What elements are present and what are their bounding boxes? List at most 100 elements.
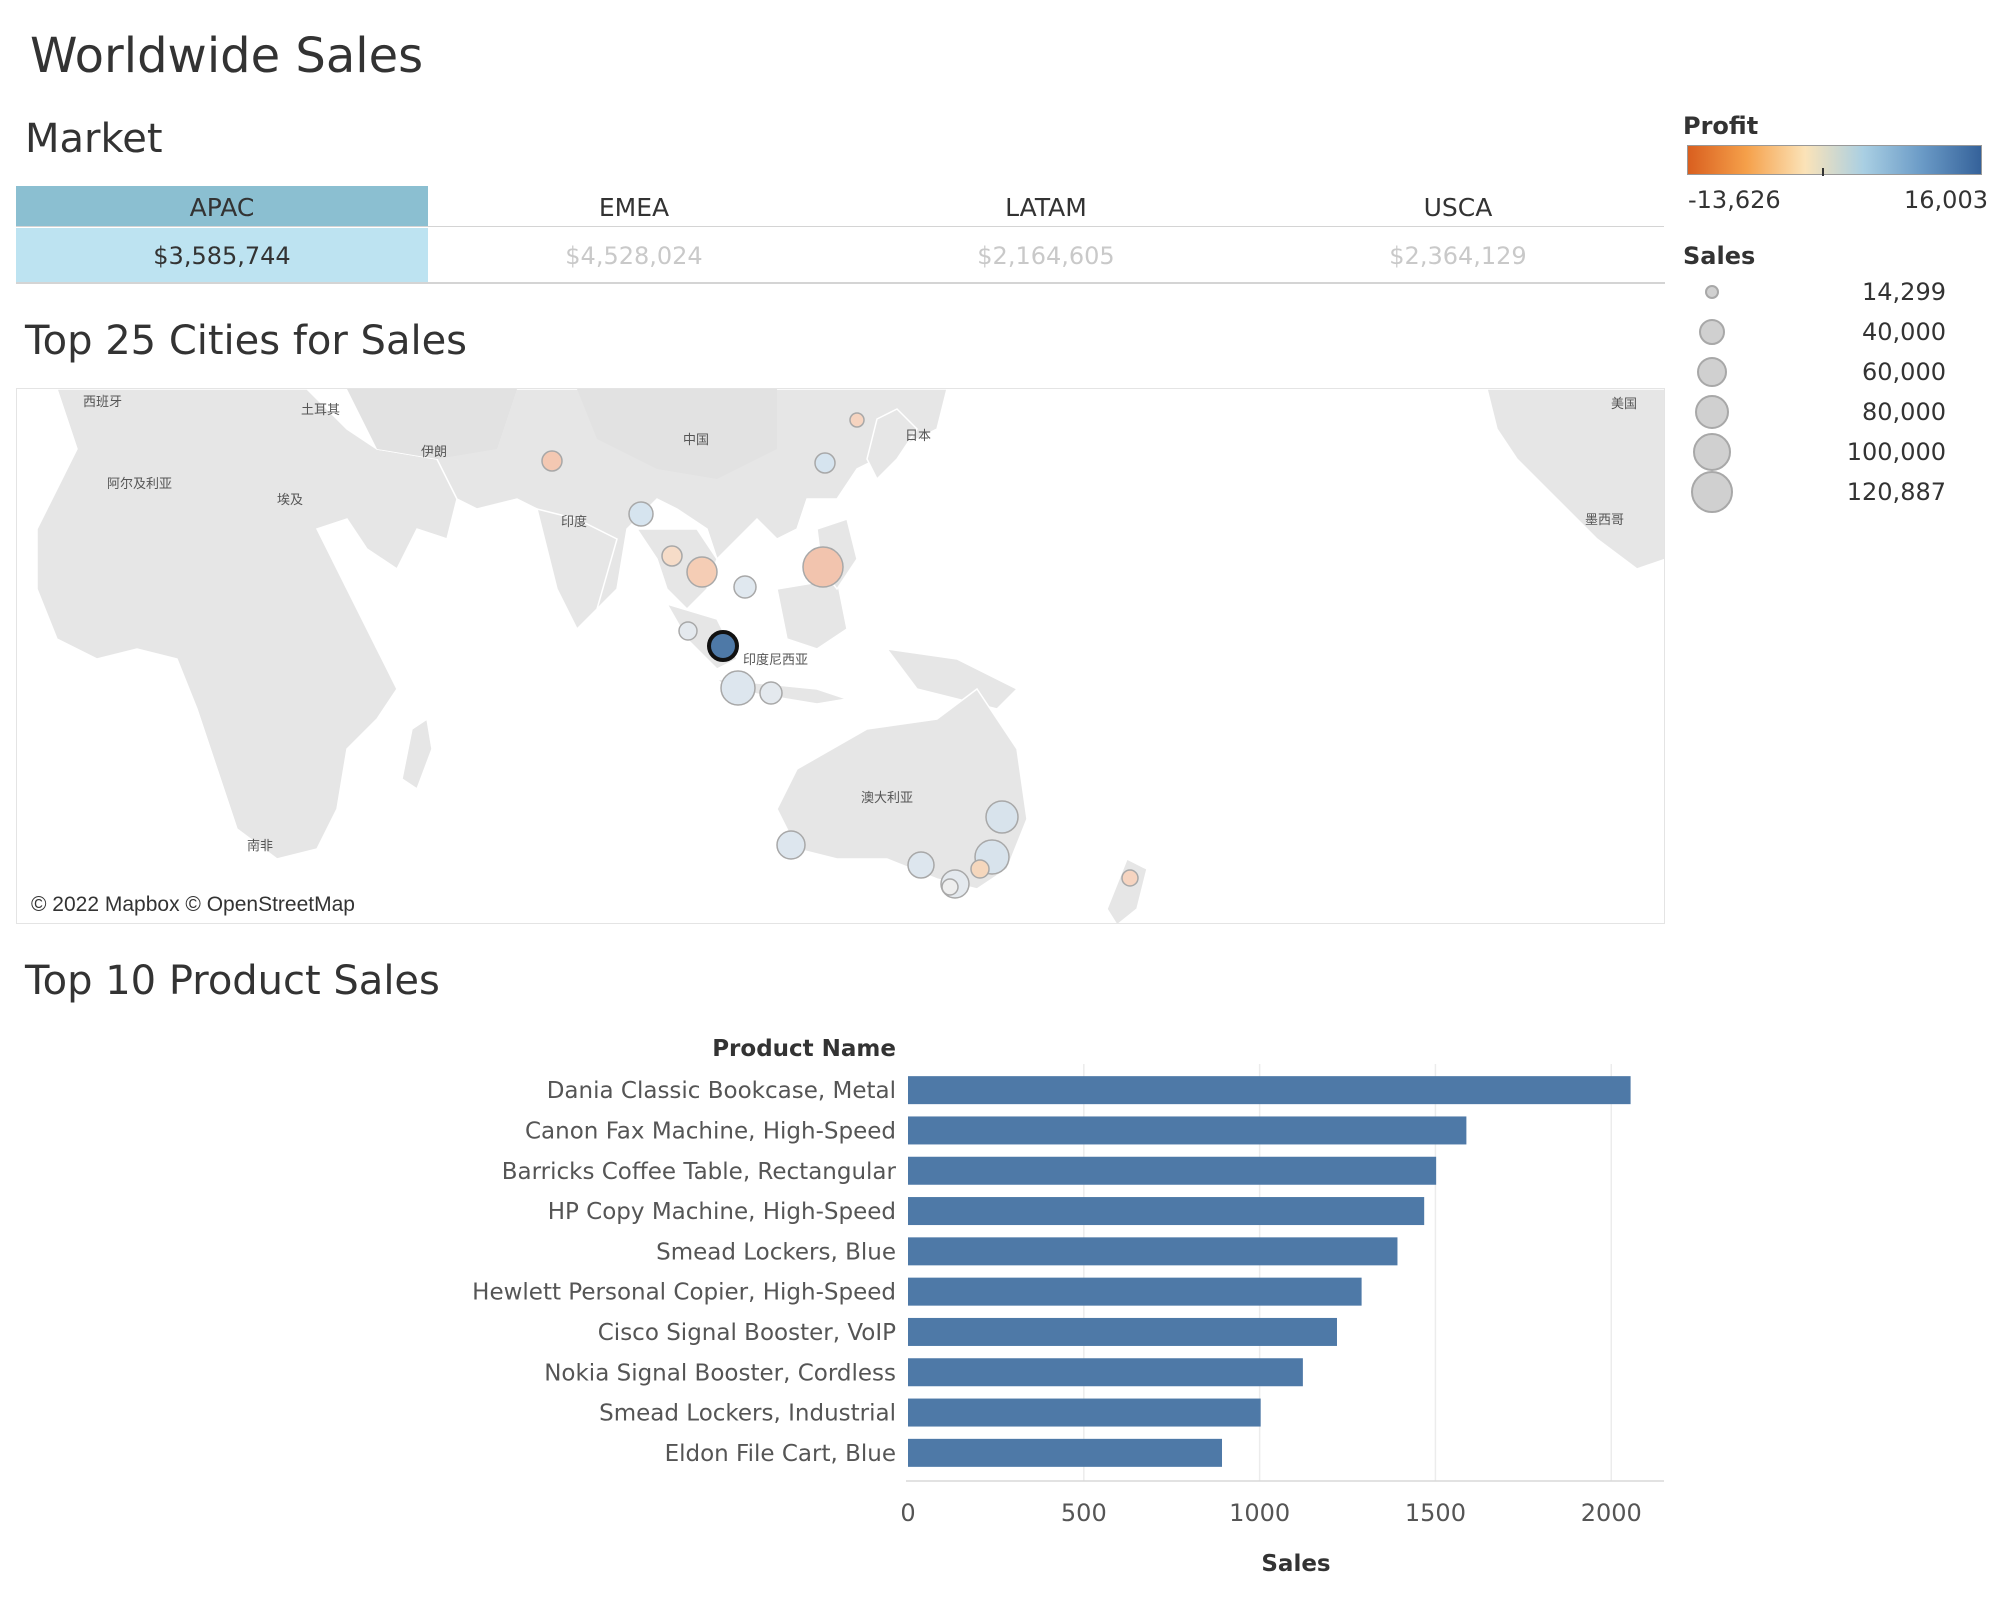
- city-bubble: [941, 878, 959, 896]
- category-label: Hewlett Personal Copier, High-Speed: [472, 1280, 896, 1306]
- size-circle-icon: [1697, 357, 1727, 387]
- x-tick-label: 2000: [1581, 1499, 1642, 1527]
- city-bubble: [849, 412, 865, 428]
- category-label: Nokia Signal Booster, Cordless: [544, 1360, 896, 1386]
- category-label: Eldon File Cart, Blue: [665, 1441, 896, 1467]
- city-bubble: [720, 670, 756, 706]
- category-label: HP Copy Machine, High-Speed: [548, 1199, 896, 1225]
- map-label-egypt: 埃及: [277, 493, 304, 508]
- category-label: Smead Lockers, Blue: [656, 1239, 896, 1265]
- page-title: Worldwide Sales: [30, 28, 424, 84]
- market-cell-emea[interactable]: EMEA $4,528,024: [428, 186, 840, 284]
- sales-legend-item[interactable]: 40,000: [1686, 314, 1976, 350]
- city-sales-map[interactable]: 西班牙 土耳其 伊朗 中国 日本 美国 阿尔及利亚 埃及 印度 墨西哥 印度尼西…: [16, 388, 1665, 924]
- bar[interactable]: [908, 1317, 1337, 1346]
- sales-legend-item[interactable]: 60,000: [1686, 354, 1976, 390]
- size-circle-icon: [1705, 285, 1719, 299]
- sales-legend-item[interactable]: 120,887: [1686, 471, 1976, 513]
- city-bubble: [733, 575, 757, 599]
- profit-zero-tick: [1822, 168, 1824, 176]
- x-tick-label: 500: [1061, 1499, 1107, 1527]
- market-value-usca[interactable]: $2,364,129: [1252, 228, 1664, 282]
- market-value-emea[interactable]: $4,528,024: [428, 228, 840, 282]
- map-attribution[interactable]: © 2022 Mapbox © OpenStreetMap: [27, 891, 359, 919]
- size-circle-icon: [1695, 395, 1729, 429]
- profit-color-ramp: [1687, 145, 1982, 176]
- sales-legend-title: Sales: [1683, 242, 1756, 270]
- city-bubble: [1121, 869, 1139, 887]
- city-bubble: [759, 681, 783, 705]
- map-label-india: 印度: [561, 515, 588, 530]
- sales-legend-value: 120,887: [1846, 478, 1946, 506]
- selected-city-bubble: [707, 630, 739, 662]
- market-header-usca[interactable]: USCA: [1252, 186, 1664, 227]
- city-bubble: [541, 450, 563, 472]
- city-bubble: [985, 800, 1019, 834]
- map-label-china: 中国: [683, 433, 710, 448]
- map-label-mexico: 墨西哥: [1585, 513, 1625, 528]
- bar[interactable]: [908, 1438, 1223, 1467]
- market-cell-latam[interactable]: LATAM $2,164,605: [840, 186, 1252, 284]
- map-label-spain: 西班牙: [83, 395, 123, 410]
- sales-legend-item[interactable]: 80,000: [1686, 394, 1976, 430]
- map-label-japan: 日本: [905, 429, 932, 444]
- city-bubble: [678, 621, 698, 641]
- bar[interactable]: [908, 1277, 1362, 1306]
- market-header-latam[interactable]: LATAM: [840, 186, 1252, 227]
- sales-legend-item[interactable]: 14,299: [1686, 274, 1976, 310]
- market-cell-usca[interactable]: USCA $2,364,129: [1252, 186, 1664, 284]
- category-label: Smead Lockers, Industrial: [599, 1401, 896, 1427]
- chart-section-title: Top 10 Product Sales: [25, 958, 440, 1004]
- bar[interactable]: [908, 1237, 1398, 1266]
- size-circle-icon: [1693, 433, 1731, 471]
- sales-legend-item[interactable]: 100,000: [1686, 433, 1976, 471]
- bar[interactable]: [908, 1358, 1303, 1387]
- sales-legend-value: 80,000: [1862, 398, 1946, 426]
- landmass-shapes: [36, 389, 1664, 923]
- city-bubble: [814, 452, 836, 474]
- sales-legend-value: 14,299: [1862, 278, 1946, 306]
- x-tick-label: 0: [900, 1499, 915, 1527]
- city-bubble: [776, 830, 806, 860]
- city-bubble: [802, 546, 844, 588]
- market-divider: [16, 282, 1665, 284]
- sales-legend-value: 60,000: [1862, 358, 1946, 386]
- x-tick-label: 1000: [1229, 1499, 1290, 1527]
- category-label: Barricks Coffee Table, Rectangular: [502, 1159, 897, 1185]
- bar[interactable]: [908, 1197, 1425, 1226]
- city-bubble: [686, 556, 718, 588]
- size-circle-icon: [1691, 471, 1733, 513]
- category-label: Dania Classic Bookcase, Metal: [547, 1078, 896, 1104]
- x-axis-title: Sales: [1261, 1551, 1330, 1577]
- size-circle-icon: [1699, 319, 1725, 345]
- market-section-title: Market: [25, 116, 163, 162]
- market-value-apac[interactable]: $3,585,744: [16, 228, 428, 282]
- bar[interactable]: [908, 1398, 1261, 1427]
- city-bubble: [907, 851, 935, 879]
- sales-legend-value: 100,000: [1846, 438, 1946, 466]
- profit-legend-max: 16,003: [1904, 186, 1988, 214]
- y-axis-title: Product Name: [712, 1036, 896, 1062]
- map-label-usa: 美国: [1611, 397, 1638, 412]
- city-bubble: [628, 501, 654, 527]
- map-label-iran: 伊朗: [421, 445, 448, 460]
- market-cell-apac[interactable]: APAC $3,585,744: [16, 186, 428, 284]
- city-bubble: [970, 859, 990, 879]
- bar[interactable]: [908, 1116, 1467, 1145]
- map-section-title: Top 25 Cities for Sales: [25, 318, 468, 364]
- market-value-latam[interactable]: $2,164,605: [840, 228, 1252, 282]
- profit-legend-min: -13,626: [1688, 186, 1781, 214]
- bar[interactable]: [908, 1156, 1437, 1185]
- product-sales-chart: 0 500 1000 1500 2000 Product Name Dania Classi…: [0, 1010, 1680, 1590]
- bar[interactable]: [908, 1076, 1631, 1105]
- category-label: Canon Fax Machine, High-Speed: [525, 1118, 896, 1144]
- market-table: APAC $3,585,744 EMEA $4,528,024 LATAM $2…: [16, 186, 1665, 284]
- market-header-apac[interactable]: APAC: [16, 186, 428, 227]
- x-tick-label: 1500: [1405, 1499, 1466, 1527]
- category-label: Cisco Signal Booster, VoIP: [598, 1320, 896, 1346]
- market-header-emea[interactable]: EMEA: [428, 186, 840, 227]
- city-bubble: [661, 545, 683, 567]
- map-label-turkey: 土耳其: [301, 403, 341, 418]
- profit-legend-title: Profit: [1683, 112, 1759, 140]
- map-label-indonesia: 印度尼西亚: [743, 653, 809, 668]
